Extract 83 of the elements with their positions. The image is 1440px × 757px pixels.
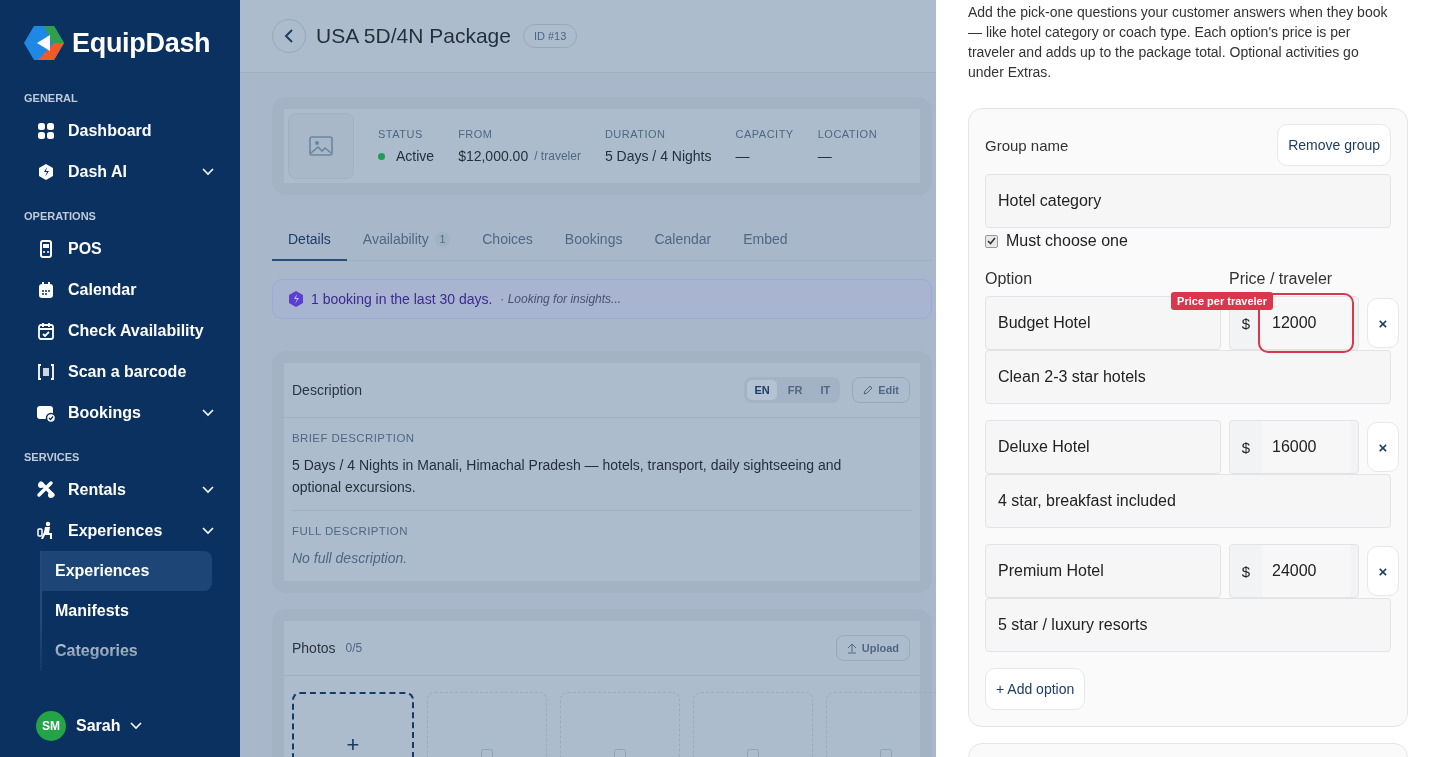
column-header: Price / traveler (1229, 270, 1334, 288)
checkbox[interactable] (985, 234, 998, 248)
nav-item[interactable]: Calendar (0, 269, 240, 310)
field-label: Group name (985, 136, 1069, 154)
upload-icon (846, 642, 857, 654)
add-photo-button[interactable]: + (292, 692, 414, 757)
calendar-icon (36, 279, 56, 300)
field-label: FROM (458, 128, 494, 140)
hexagon-bolt-icon (36, 161, 56, 182)
nav-subitem[interactable]: Experiences (42, 551, 212, 591)
card-title: Photos (292, 640, 336, 656)
language-option[interactable]: EN (747, 380, 777, 400)
group-name-field[interactable]: Hotel category (985, 174, 1391, 228)
count-badge: 1 (434, 231, 451, 247)
field-value: 5 Days / 4 Nights (604, 148, 712, 164)
page-title: USA 5D/4N Package (316, 24, 511, 48)
hexagon-bolt-icon (289, 291, 303, 307)
field-value: — (735, 148, 750, 164)
card-title: Description (292, 382, 363, 398)
chevron-down-icon (202, 485, 214, 494)
option-name-field[interactable]: Premium Hotel (985, 544, 1221, 598)
insight-note: · Looking for insights... (500, 292, 622, 306)
remove-option-button[interactable]: × (1367, 422, 1399, 472)
description-text: No full description. (292, 549, 409, 568)
error-tooltip: Price per traveler (1171, 292, 1273, 310)
price-field[interactable]: $ 24000 (1229, 544, 1359, 598)
remove-group-button[interactable]: Remove group (1277, 124, 1391, 166)
field-label: LOCATION (817, 128, 878, 140)
nav-subitem[interactable]: Categories (42, 631, 212, 671)
section-heading: OPERATIONS (23, 210, 97, 222)
crossed-paddles-icon (36, 479, 56, 500)
logo-text: EquipDash (72, 27, 211, 59)
tab[interactable]: Details (272, 219, 347, 261)
field-value: — (817, 148, 832, 164)
nav-subitem[interactable]: Manifests (42, 591, 212, 631)
option-description-field[interactable]: 4 star, breakfast included (985, 474, 1391, 528)
column-header: Option (985, 270, 1034, 288)
field-label: STATUS (378, 128, 424, 140)
chevron-down-icon (202, 408, 214, 417)
option-description-field[interactable]: Clean 2-3 star hotels (985, 350, 1391, 404)
chevron-down-icon (202, 167, 214, 176)
image-placeholder-icon (880, 749, 892, 757)
chevron-down-icon (202, 526, 214, 535)
field-value: $12,000.00 (458, 148, 529, 164)
image-placeholder-icon (614, 749, 626, 757)
add-option-button[interactable]: + Add option (985, 668, 1086, 710)
description-text: 5 Days / 4 Nights in Manali, Himachal Pradesh — hotels, transport, daily sightseeing and optional excursions. (292, 456, 843, 497)
nav-item[interactable]: Experiences (0, 510, 240, 551)
nav-item[interactable]: Dashboard (0, 110, 240, 151)
field-suffix: / traveler (534, 149, 581, 163)
pencil-icon (863, 385, 874, 395)
option-name-field[interactable]: Deluxe Hotel (985, 420, 1221, 474)
nav-item[interactable]: Rentals (0, 469, 240, 510)
section-label: FULL DESCRIPTION (292, 525, 409, 537)
nav-item[interactable]: Check Availability (0, 310, 240, 351)
barcode-scan-icon (36, 361, 56, 382)
field-value: Active (396, 148, 435, 164)
price-field[interactable]: $ 16000 (1229, 420, 1359, 474)
field-label: CAPACITY (735, 128, 794, 140)
photo-count: 0/5 (345, 641, 363, 655)
remove-option-button[interactable]: × (1367, 546, 1399, 596)
image-icon (309, 136, 333, 156)
section-heading: SERVICES (23, 451, 81, 463)
nav-item[interactable]: Bookings (0, 392, 240, 433)
nav-item[interactable]: POS (0, 228, 240, 269)
grid-icon (36, 120, 56, 141)
image-placeholder-icon (747, 749, 759, 757)
section-heading: GENERAL (23, 92, 79, 104)
chevron-down-icon (130, 722, 143, 730)
logo-icon (24, 26, 64, 60)
intro-text: Add the pick-one questions your customer answers when they book — like hotel category or coach type. Each option's price is per traveler and adds up to the package total. Optional activities go under Extras. (968, 3, 1388, 82)
nav-item[interactable]: Scan a barcode (0, 351, 240, 392)
option-description-field[interactable]: 5 star / luxury resorts (985, 598, 1391, 652)
insight-text: 1 booking in the last 30 days. (311, 291, 493, 307)
image-placeholder-icon (481, 749, 493, 757)
field-label: DURATION (604, 128, 667, 140)
nav-item[interactable]: Dash AI (0, 151, 240, 192)
checkbox-label: Must choose one (1006, 232, 1128, 250)
section-label: BRIEF DESCRIPTION (292, 432, 416, 444)
chevron-left-icon (284, 29, 294, 43)
remove-option-button[interactable]: × (1367, 298, 1399, 348)
user-name[interactable]: Sarah (76, 717, 121, 735)
calendar-check-icon (36, 320, 56, 341)
